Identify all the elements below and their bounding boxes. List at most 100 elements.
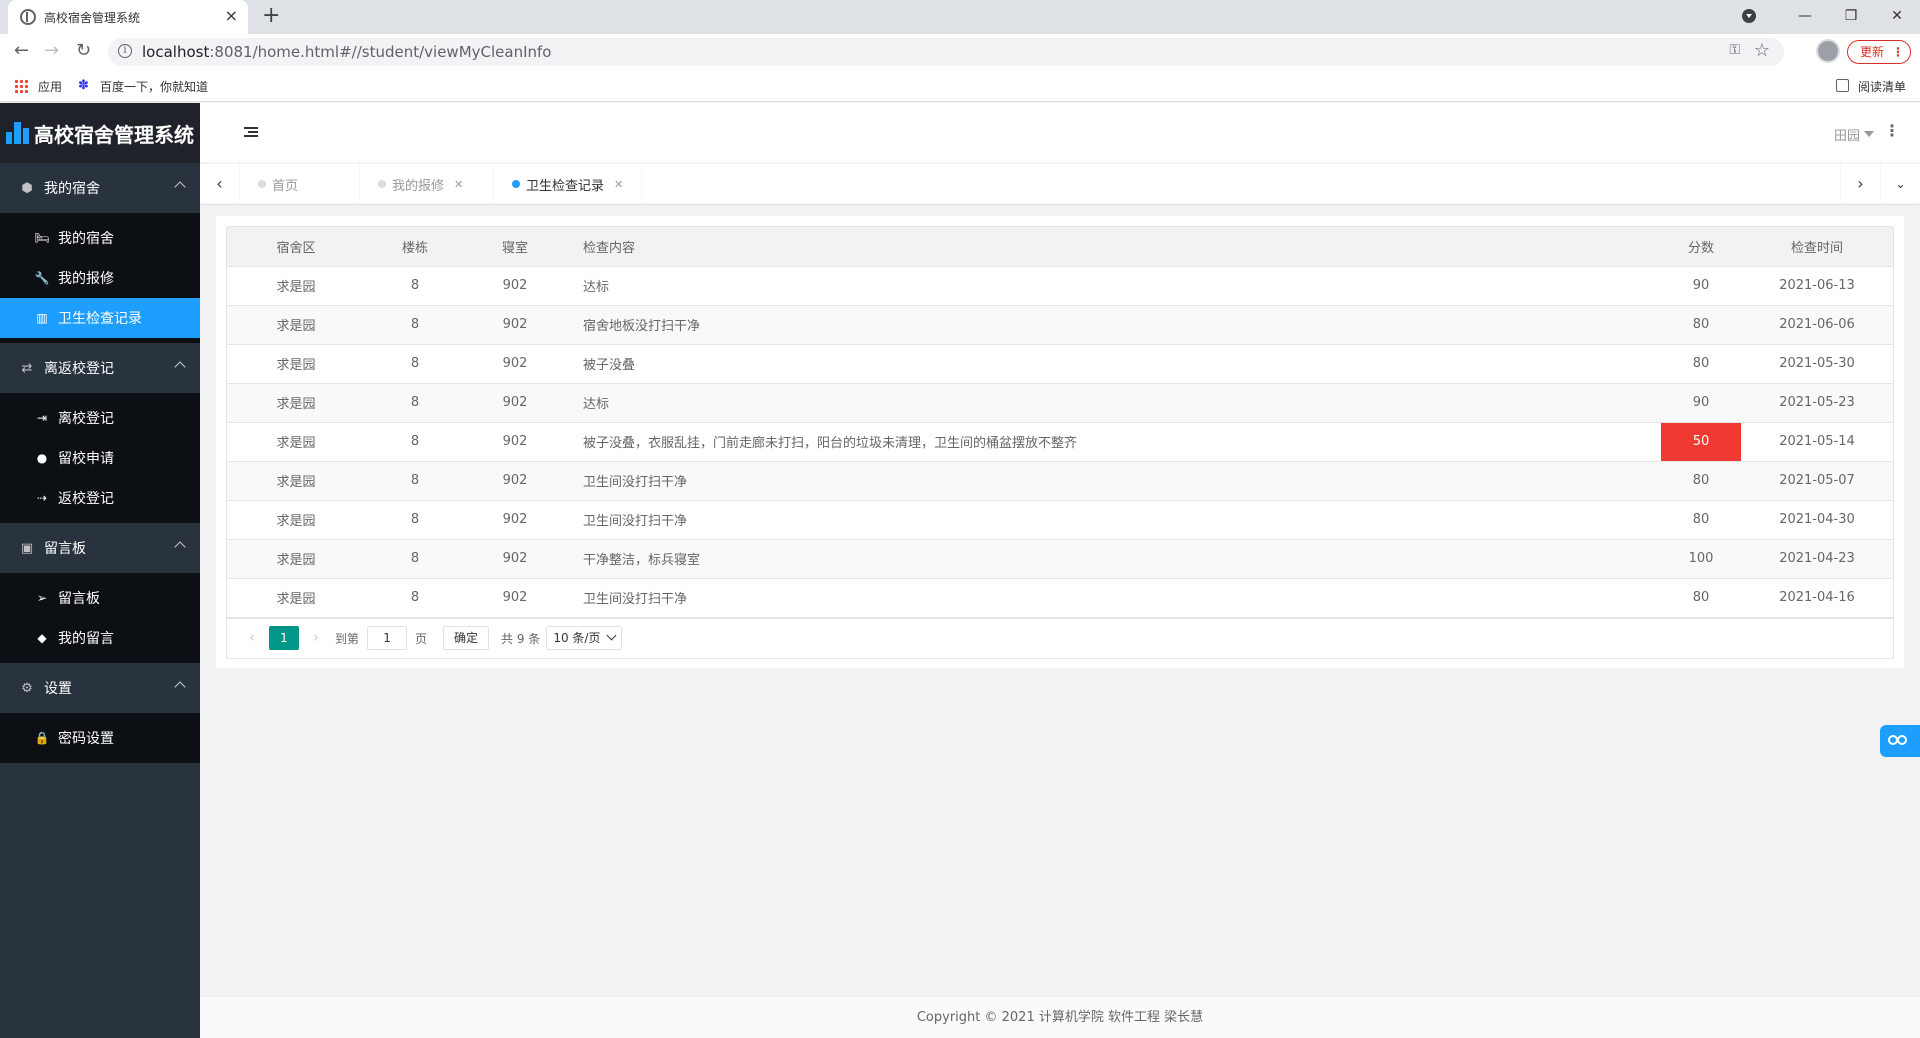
table-row[interactable]: 求是园 8 902 达标 90 2021-06-13 [227,266,1893,306]
sidebar-item-label: 留校申请 [58,451,114,467]
table-cell: 50 [1661,422,1741,462]
baidu-paw-icon: ✽ [78,78,89,93]
table-cell: 被子没叠 [565,344,1661,384]
table-cell: 2021-06-13 [1741,266,1893,306]
bookmark-baidu[interactable]: 百度一下，你就知道 [100,78,208,95]
profile-avatar[interactable] [1816,39,1840,63]
new-tab-button[interactable]: + [262,3,280,29]
sidebar-group-3[interactable]: ⚙ 设置 [0,663,200,713]
column-header[interactable]: 检查时间 [1741,227,1893,267]
goto-confirm-button[interactable]: 确定 [443,626,490,650]
close-window-button[interactable]: ✕ [1874,8,1920,24]
table-cell: 卫生间没打扫干净 [565,461,1661,501]
key-icon[interactable]: ⚿ [1729,42,1740,58]
star-icon[interactable]: ☆ [1754,40,1770,61]
table-row[interactable]: 求是园 8 902 被子没叠，衣服乱挂，门前走廊未打扫，阳台的垃圾未清理，卫生间的桶盆… [227,422,1893,462]
sidebar-nav: ⬢ 我的宿舍 🛏 我的宿舍 🔧 我的报修 ▥ 卫生检查记录 ⇄ 离返校登记 ⇥ 离校登记 ● 留校申请 ⇢ 返… [0,163,200,763]
table-cell: 2021-05-14 [1741,422,1893,462]
sign-in-icon: ⇢ [36,491,48,505]
reading-list-icon[interactable] [1836,79,1849,92]
close-icon[interactable]: × [225,7,238,25]
logo-text: 高校宿舍管理系统 [34,122,194,147]
column-header[interactable]: 寝室 [465,227,565,267]
table-row[interactable]: 求是园 8 902 宿舍地板没打扫干净 80 2021-06-06 [227,305,1893,345]
table-cell: 902 [465,500,565,540]
sidebar-item[interactable]: 🛏 我的宿舍 [0,218,200,258]
browser-tab[interactable]: 高校宿舍管理系统 × [8,0,248,34]
sidebar-item-label: 我的报修 [58,271,114,287]
sidebar-item[interactable]: ⇢ 返校登记 [0,478,200,518]
more-vert-icon[interactable]: ⋮ [1884,121,1900,141]
more-vert-icon: ⋮ [1892,45,1904,59]
sidebar-group-2[interactable]: ▣ 留言板 [0,523,200,573]
address-bar[interactable]: i localhost:8081/home.html#//student/vie… [108,38,1784,66]
restore-button[interactable]: ❐ [1828,8,1874,24]
sidebar-item[interactable]: ● 留校申请 [0,438,200,478]
table-row[interactable]: 求是园 8 902 达标 90 2021-05-23 [227,383,1893,423]
footer: Copyright © 2021 计算机学院 软件工程 梁长慧 [200,996,1920,1038]
chevron-down-icon [607,630,617,641]
back-arrow-icon[interactable]: ← [14,40,29,62]
sidebar-item-label: 密码设置 [58,731,114,747]
tab-clean-records[interactable]: 卫生检查记录 ✕ [494,164,642,204]
sidebar-item[interactable]: ▥ 卫生检查记录 [0,298,200,338]
table-row[interactable]: 求是园 8 902 卫生间没打扫干净 80 2021-04-16 [227,578,1893,618]
sidebar-group-label: 离返校登记 [44,361,114,377]
table-cell: 902 [465,305,565,345]
table-cell: 902 [465,578,565,618]
minimize-button[interactable]: — [1782,8,1828,24]
theme-selector[interactable]: 田园 [1834,125,1874,144]
apps-grid-icon[interactable] [14,79,28,93]
table-cell: 8 [365,539,465,579]
forward-arrow-icon[interactable]: → [44,40,59,62]
info-icon[interactable]: i [118,44,132,58]
column-header[interactable]: 楼栋 [365,227,465,267]
reload-icon[interactable]: ↻ [76,40,91,62]
globe-icon: ● [36,451,48,465]
tab-search-icon[interactable] [1742,9,1756,23]
sidebar-group-label: 留言板 [44,541,86,557]
goto-page-input[interactable]: 1 [367,626,408,650]
sidebar-item[interactable]: ➢ 留言板 [0,578,200,618]
table-cell: 8 [365,500,465,540]
table-header-row: 宿舍区 楼栋 寝室 检查内容 分数 检查时间 [227,227,1893,267]
floating-helper-icon[interactable] [1880,725,1920,757]
page-suffix-label: 页 [415,631,428,646]
next-page-chevron-right-icon[interactable]: › [305,630,327,646]
sidebar-group-1[interactable]: ⇄ 离返校登记 [0,343,200,393]
tabs-next-button[interactable]: › [1840,164,1880,204]
table-cell: 宿舍地板没打扫干净 [565,305,1661,345]
browser-tabstrip: 高校宿舍管理系统 × + — ❐ ✕ [0,0,1920,34]
column-header[interactable]: 宿舍区 [227,227,365,267]
sidebar-item[interactable]: 🔧 我的报修 [0,258,200,298]
table-row[interactable]: 求是园 8 902 干净整洁，标兵寝室 100 2021-04-23 [227,539,1893,579]
sidebar-item[interactable]: ⇥ 离校登记 [0,398,200,438]
tab-my-repairs[interactable]: 我的报修 ✕ [360,164,494,204]
reading-list-label[interactable]: 阅读清单 [1858,78,1906,95]
prev-page-chevron-left-icon[interactable]: ‹ [241,630,263,646]
tab-dot-icon [258,180,266,188]
window-controls: — ❐ ✕ [1742,0,1920,32]
paper-plane-icon: ➢ [36,591,48,605]
tab-close-icon[interactable]: ✕ [614,178,623,191]
column-header[interactable]: 分数 [1661,227,1741,267]
sidebar-item[interactable]: 🔒 密码设置 [0,718,200,758]
tabs-prev-button[interactable]: ‹ [200,164,240,204]
tab-close-icon[interactable]: ✕ [454,178,463,191]
tabs-menu-chevron-down-icon[interactable]: ⌄ [1880,164,1920,204]
exchange-icon: ⇄ [21,360,33,376]
page-size-select[interactable]: 10 条/页 [546,626,623,650]
update-button[interactable]: 更新 ⋮ [1847,40,1911,64]
table-row[interactable]: 求是园 8 902 卫生间没打扫干净 80 2021-05-07 [227,461,1893,501]
app-logo[interactable]: 高校宿舍管理系统 [0,103,200,163]
tab-home[interactable]: 首页 [240,164,360,204]
bookmark-apps[interactable]: 应用 [38,78,62,95]
browser-tab-title: 高校宿舍管理系统 [44,11,141,25]
table-row[interactable]: 求是园 8 902 被子没叠 80 2021-05-30 [227,344,1893,384]
column-header[interactable]: 检查内容 [565,227,1661,267]
sidebar-item[interactable]: ◆ 我的留言 [0,618,200,658]
sidebar-group-0[interactable]: ⬢ 我的宿舍 [0,163,200,213]
current-page-button[interactable]: 1 [269,626,299,650]
menu-toggle-icon[interactable] [244,127,258,139]
table-row[interactable]: 求是园 8 902 卫生间没打扫干净 80 2021-04-30 [227,500,1893,540]
